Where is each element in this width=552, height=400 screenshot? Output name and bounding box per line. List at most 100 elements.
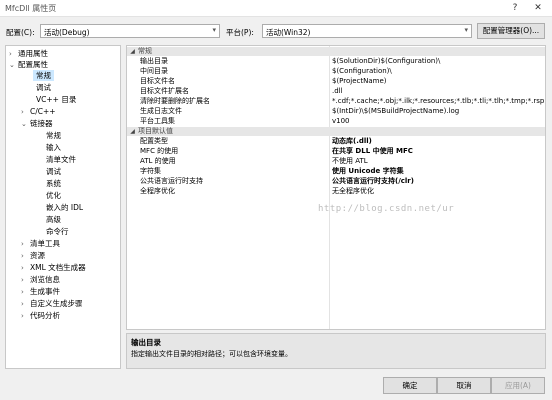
tree-item-browse-info[interactable]: › 浏览信息: [21, 274, 60, 285]
property-name: 清除时要删除的扩展名: [140, 97, 210, 105]
collapse-icon[interactable]: ◢: [127, 47, 138, 56]
tree-item-linker-command-line[interactable]: 命令行: [46, 226, 69, 237]
property-row[interactable]: 字符集 使用 Unicode 字符集: [127, 167, 545, 176]
property-name: 生成日志文件: [140, 107, 182, 115]
property-row[interactable]: 平台工具集 v100: [127, 117, 545, 126]
property-value[interactable]: 使用 Unicode 字符集: [332, 167, 545, 176]
configuration-bar: 配置(C): 活动(Debug) ▾ 平台(P): 活动(Win32) ▾ 配置…: [0, 18, 552, 45]
chevron-right-icon[interactable]: ›: [21, 299, 30, 310]
tree-item-label: XML 文档生成器: [30, 263, 86, 272]
tree-item-common-props[interactable]: › 通用属性: [9, 48, 48, 59]
tree-item-label: 命令行: [46, 227, 69, 236]
property-value[interactable]: 在共享 DLL 中使用 MFC: [332, 147, 545, 156]
tree-item-config-props[interactable]: ⌄ 配置属性: [9, 59, 48, 70]
chevron-right-icon[interactable]: ›: [21, 263, 30, 274]
property-value[interactable]: 动态库(.dll): [332, 137, 545, 146]
chevron-right-icon[interactable]: ›: [21, 251, 30, 262]
tree-item-label: 配置属性: [18, 60, 48, 69]
property-row[interactable]: ATL 的使用 不使用 ATL: [127, 157, 545, 166]
chevron-right-icon[interactable]: ›: [21, 107, 30, 118]
config-dropdown[interactable]: 活动(Debug) ▾: [40, 24, 220, 38]
property-grid: ◢ 常规 输出目录 $(SolutionDir)$(Configuration)\…: [126, 45, 546, 330]
property-value[interactable]: 不使用 ATL: [332, 157, 545, 166]
tree-item-linker-optimization[interactable]: 优化: [46, 190, 61, 201]
tree-item-label: C/C++: [30, 107, 56, 116]
property-value[interactable]: 公共语言运行时支持(/clr): [332, 177, 545, 186]
tree-item-custom-build-step[interactable]: › 自定义生成步骤: [21, 298, 83, 309]
property-name: 字符集: [140, 167, 161, 175]
tree-item-linker-debugging[interactable]: 调试: [46, 166, 61, 177]
platform-dropdown-value: 活动(Win32): [266, 28, 311, 37]
tree-item-linker-general[interactable]: 常规: [46, 130, 61, 141]
tree-item-manifest-tool[interactable]: › 清单工具: [21, 238, 60, 249]
tree-item-linker-manifest[interactable]: 清单文件: [46, 154, 76, 165]
config-manager-button[interactable]: 配置管理器(O)...: [477, 23, 545, 39]
property-row[interactable]: 生成日志文件 $(IntDir)\$(MSBuildProjectName).l…: [127, 107, 545, 116]
platform-dropdown[interactable]: 活动(Win32) ▾: [262, 24, 472, 38]
property-row[interactable]: 清除时要删除的扩展名 *.cdf;*.cache;*.obj;*.ilk;*.r…: [127, 97, 545, 106]
property-name: 公共语言运行时支持: [140, 177, 203, 185]
property-row[interactable]: 全程序优化 无全程序优化: [127, 187, 545, 196]
property-value[interactable]: .dll: [332, 87, 545, 96]
tree-item-code-analysis[interactable]: › 代码分析: [21, 310, 60, 321]
description-title: 输出目录: [131, 338, 161, 347]
tree-item-debugging[interactable]: 调试: [36, 82, 51, 93]
tree-item-resources[interactable]: › 资源: [21, 250, 45, 261]
tree-item-build-events[interactable]: › 生成事件: [21, 286, 60, 297]
property-name: 配置类型: [140, 137, 168, 145]
window-title: MfcDll 属性页: [5, 4, 57, 13]
ok-button[interactable]: 确定: [383, 377, 437, 394]
property-value[interactable]: $(IntDir)\$(MSBuildProjectName).log: [332, 107, 545, 116]
category-project-defaults[interactable]: ◢ 项目默认值: [127, 127, 545, 136]
property-name: 目标文件名: [140, 77, 175, 85]
collapse-icon[interactable]: ◢: [127, 127, 138, 136]
tree-item-label: 系统: [46, 179, 61, 188]
tree-item-label: 通用属性: [18, 49, 48, 58]
cancel-button[interactable]: 取消: [437, 377, 491, 394]
property-value[interactable]: 无全程序优化: [332, 187, 545, 196]
property-row[interactable]: 输出目录 $(SolutionDir)$(Configuration)\: [127, 57, 545, 66]
property-row[interactable]: 中间目录 $(Configuration)\: [127, 67, 545, 76]
tree-item-linker-embedded-idl[interactable]: 嵌入的 IDL: [46, 202, 83, 213]
tree-item-vc-directories[interactable]: VC++ 目录: [36, 94, 76, 105]
tree-item-label: 代码分析: [30, 311, 60, 320]
property-value[interactable]: v100: [332, 117, 545, 126]
tree-item-cpp[interactable]: › C/C++: [21, 106, 56, 117]
tree-item-xml-doc-generator[interactable]: › XML 文档生成器: [21, 262, 86, 273]
tree-item-general[interactable]: 常规: [33, 70, 54, 81]
help-icon[interactable]: ?: [504, 1, 526, 15]
chevron-down-icon[interactable]: ⌄: [9, 60, 18, 71]
chevron-right-icon[interactable]: ›: [21, 287, 30, 298]
chevron-right-icon[interactable]: ›: [21, 239, 30, 250]
tree-item-label: 生成事件: [30, 287, 60, 296]
tree-item-label: 调试: [46, 167, 61, 176]
property-row[interactable]: 配置类型 动态库(.dll): [127, 137, 545, 146]
property-name: 全程序优化: [140, 187, 175, 195]
tree-item-label: 常规: [46, 131, 61, 140]
property-tree: › 通用属性 ⌄ 配置属性 常规 调试 VC++ 目录 › C/C++ ⌄ 链接器 常规…: [5, 45, 121, 369]
tree-item-linker-system[interactable]: 系统: [46, 178, 61, 189]
tree-item-linker-advanced[interactable]: 高级: [46, 214, 61, 225]
tree-item-linker-input[interactable]: 输入: [46, 142, 61, 153]
chevron-down-icon[interactable]: ⌄: [21, 119, 30, 130]
property-value[interactable]: $(SolutionDir)$(Configuration)\: [332, 57, 545, 66]
category-general[interactable]: ◢ 常规: [127, 47, 545, 56]
apply-button[interactable]: 应用(A): [491, 377, 545, 394]
property-row[interactable]: 目标文件扩展名 .dll: [127, 87, 545, 96]
tree-item-label: 清单文件: [46, 155, 76, 164]
tree-item-label: 高级: [46, 215, 61, 224]
property-row[interactable]: 目标文件名 $(ProjectName): [127, 77, 545, 86]
property-value[interactable]: $(ProjectName): [332, 77, 545, 86]
tree-item-label: 调试: [36, 83, 51, 92]
close-icon[interactable]: ✕: [527, 1, 549, 15]
property-name: MFC 的使用: [140, 147, 179, 155]
chevron-right-icon[interactable]: ›: [21, 311, 30, 322]
property-row[interactable]: 公共语言运行时支持 公共语言运行时支持(/clr): [127, 177, 545, 186]
chevron-right-icon[interactable]: ›: [21, 275, 30, 286]
property-row[interactable]: MFC 的使用 在共享 DLL 中使用 MFC: [127, 147, 545, 156]
tree-item-linker[interactable]: ⌄ 链接器: [21, 118, 53, 129]
tree-item-label: 链接器: [30, 119, 53, 128]
property-value[interactable]: $(Configuration)\: [332, 67, 545, 76]
config-dropdown-value: 活动(Debug): [44, 28, 90, 37]
property-value[interactable]: *.cdf;*.cache;*.obj;*.ilk;*.resources;*.…: [332, 97, 545, 106]
